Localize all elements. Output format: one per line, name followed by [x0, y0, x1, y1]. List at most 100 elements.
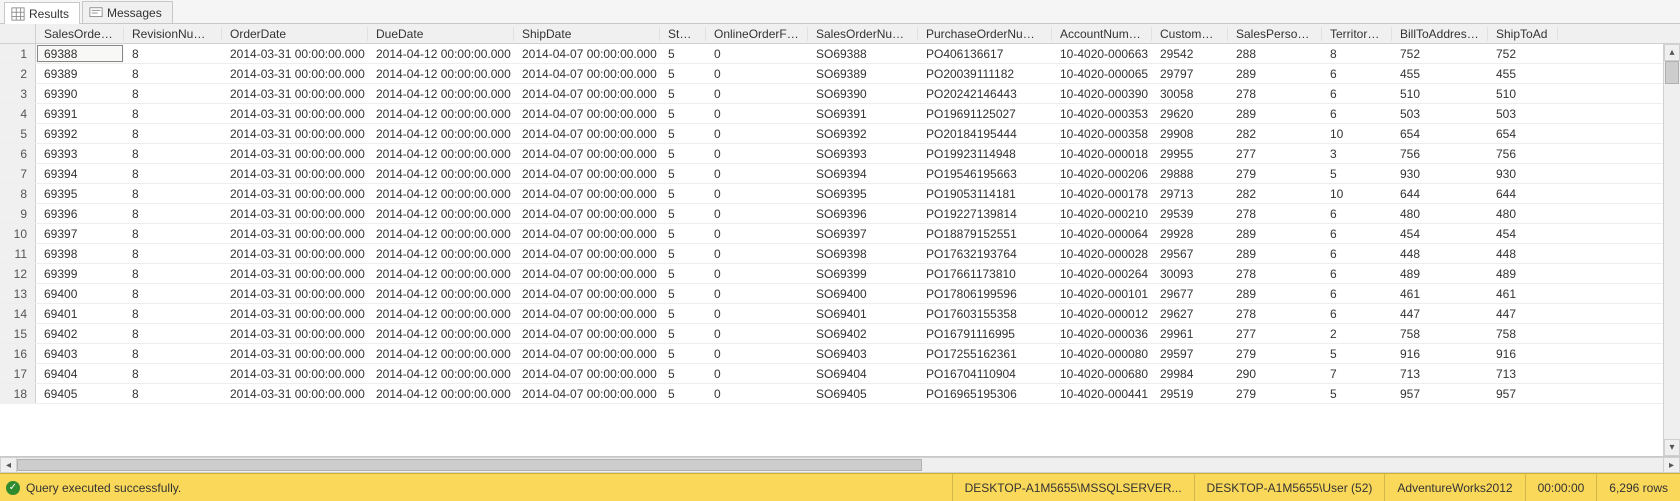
row-number[interactable]: 13: [0, 284, 36, 303]
cell[interactable]: SO69390: [808, 84, 918, 103]
cell[interactable]: 0: [706, 104, 808, 123]
cell[interactable]: 10-4020-000663: [1052, 44, 1152, 63]
cell[interactable]: 455: [1392, 64, 1488, 83]
cell[interactable]: 5: [660, 344, 706, 363]
cell[interactable]: 8: [1322, 44, 1392, 63]
cell[interactable]: 713: [1392, 364, 1488, 383]
cell[interactable]: SO69400: [808, 284, 918, 303]
cell[interactable]: SO69395: [808, 184, 918, 203]
cell[interactable]: 10: [1322, 184, 1392, 203]
cell[interactable]: 510: [1488, 84, 1558, 103]
cell[interactable]: 5: [660, 364, 706, 383]
cell[interactable]: 29928: [1152, 224, 1228, 243]
cell[interactable]: 69392: [36, 124, 124, 143]
cell[interactable]: PO19053114181: [918, 184, 1052, 203]
cell[interactable]: 2014-03-31 00:00:00.000: [222, 184, 368, 203]
cell[interactable]: 2014-04-12 00:00:00.000: [368, 104, 514, 123]
cell[interactable]: PO20242146443: [918, 84, 1052, 103]
cell[interactable]: 69391: [36, 104, 124, 123]
cell[interactable]: 0: [706, 224, 808, 243]
cell[interactable]: 5: [660, 244, 706, 263]
cell[interactable]: 2014-04-12 00:00:00.000: [368, 204, 514, 223]
cell[interactable]: 10-4020-000178: [1052, 184, 1152, 203]
cell[interactable]: 930: [1488, 164, 1558, 183]
cell[interactable]: 5: [660, 324, 706, 343]
cell[interactable]: 448: [1488, 244, 1558, 263]
cell[interactable]: 2014-03-31 00:00:00.000: [222, 44, 368, 63]
cell[interactable]: 69390: [36, 84, 124, 103]
cell[interactable]: 289: [1228, 64, 1322, 83]
col-header[interactable]: ShipToAd: [1488, 27, 1558, 41]
cell[interactable]: 2014-04-12 00:00:00.000: [368, 304, 514, 323]
cell[interactable]: SO69389: [808, 64, 918, 83]
cell[interactable]: 5: [660, 124, 706, 143]
col-header[interactable]: OrderDate: [222, 27, 368, 41]
cell[interactable]: 10-4020-000080: [1052, 344, 1152, 363]
cell[interactable]: PO16791116995: [918, 324, 1052, 343]
cell[interactable]: 2014-04-12 00:00:00.000: [368, 324, 514, 343]
cell[interactable]: 6: [1322, 64, 1392, 83]
cell[interactable]: 2014-04-07 00:00:00.000: [514, 204, 660, 223]
cell[interactable]: 2014-04-12 00:00:00.000: [368, 164, 514, 183]
cell[interactable]: PO19691125027: [918, 104, 1052, 123]
cell[interactable]: 2014-03-31 00:00:00.000: [222, 124, 368, 143]
cell[interactable]: 8: [124, 264, 222, 283]
cell[interactable]: 8: [124, 144, 222, 163]
cell[interactable]: 29713: [1152, 184, 1228, 203]
cell[interactable]: 10: [1322, 124, 1392, 143]
cell[interactable]: 29620: [1152, 104, 1228, 123]
col-header[interactable]: Status: [660, 27, 706, 41]
row-number[interactable]: 14: [0, 304, 36, 323]
cell[interactable]: 2014-03-31 00:00:00.000: [222, 284, 368, 303]
cell[interactable]: 756: [1488, 144, 1558, 163]
row-number[interactable]: 10: [0, 224, 36, 243]
cell[interactable]: 2014-03-31 00:00:00.000: [222, 264, 368, 283]
cell[interactable]: PO17255162361: [918, 344, 1052, 363]
col-header[interactable]: TerritoryID: [1322, 27, 1392, 41]
cell[interactable]: 758: [1488, 324, 1558, 343]
cell[interactable]: 0: [706, 324, 808, 343]
tab-results[interactable]: Results: [4, 2, 80, 24]
cell[interactable]: 5: [660, 44, 706, 63]
cell[interactable]: 2014-04-07 00:00:00.000: [514, 44, 660, 63]
cell[interactable]: 6: [1322, 224, 1392, 243]
col-header[interactable]: SalesPersonID: [1228, 27, 1322, 41]
cell[interactable]: 29597: [1152, 344, 1228, 363]
cell[interactable]: 461: [1488, 284, 1558, 303]
vscroll-thumb[interactable]: [1665, 61, 1679, 84]
table-row[interactable]: 186940582014-03-31 00:00:00.0002014-04-1…: [0, 384, 1680, 404]
cell[interactable]: 30058: [1152, 84, 1228, 103]
results-grid[interactable]: SalesOrderID RevisionNumber OrderDate Du…: [0, 24, 1680, 448]
cell[interactable]: 6: [1322, 264, 1392, 283]
cell[interactable]: PO16965195306: [918, 384, 1052, 403]
col-header[interactable]: AccountNumber: [1052, 27, 1152, 41]
cell[interactable]: 10-4020-000264: [1052, 264, 1152, 283]
cell[interactable]: 278: [1228, 204, 1322, 223]
cell[interactable]: 69402: [36, 324, 124, 343]
cell[interactable]: 6: [1322, 244, 1392, 263]
table-row[interactable]: 76939482014-03-31 00:00:00.0002014-04-12…: [0, 164, 1680, 184]
cell[interactable]: 5: [660, 104, 706, 123]
cell[interactable]: 10-4020-000101: [1052, 284, 1152, 303]
cell[interactable]: 2014-03-31 00:00:00.000: [222, 164, 368, 183]
table-row[interactable]: 176940482014-03-31 00:00:00.0002014-04-1…: [0, 364, 1680, 384]
cell[interactable]: 29797: [1152, 64, 1228, 83]
row-number[interactable]: 3: [0, 84, 36, 103]
cell[interactable]: 69398: [36, 244, 124, 263]
cell[interactable]: 2014-04-07 00:00:00.000: [514, 104, 660, 123]
cell[interactable]: 0: [706, 344, 808, 363]
cell[interactable]: 5: [660, 84, 706, 103]
cell[interactable]: PO17603155358: [918, 304, 1052, 323]
cell[interactable]: 752: [1392, 44, 1488, 63]
table-row[interactable]: 96939682014-03-31 00:00:00.0002014-04-12…: [0, 204, 1680, 224]
row-number[interactable]: 11: [0, 244, 36, 263]
cell[interactable]: 0: [706, 144, 808, 163]
row-number[interactable]: 4: [0, 104, 36, 123]
cell[interactable]: PO20184195444: [918, 124, 1052, 143]
cell[interactable]: PO406136617: [918, 44, 1052, 63]
cell[interactable]: 2014-03-31 00:00:00.000: [222, 84, 368, 103]
cell[interactable]: 69404: [36, 364, 124, 383]
cell[interactable]: 480: [1392, 204, 1488, 223]
cell[interactable]: 654: [1392, 124, 1488, 143]
cell[interactable]: 5: [660, 64, 706, 83]
